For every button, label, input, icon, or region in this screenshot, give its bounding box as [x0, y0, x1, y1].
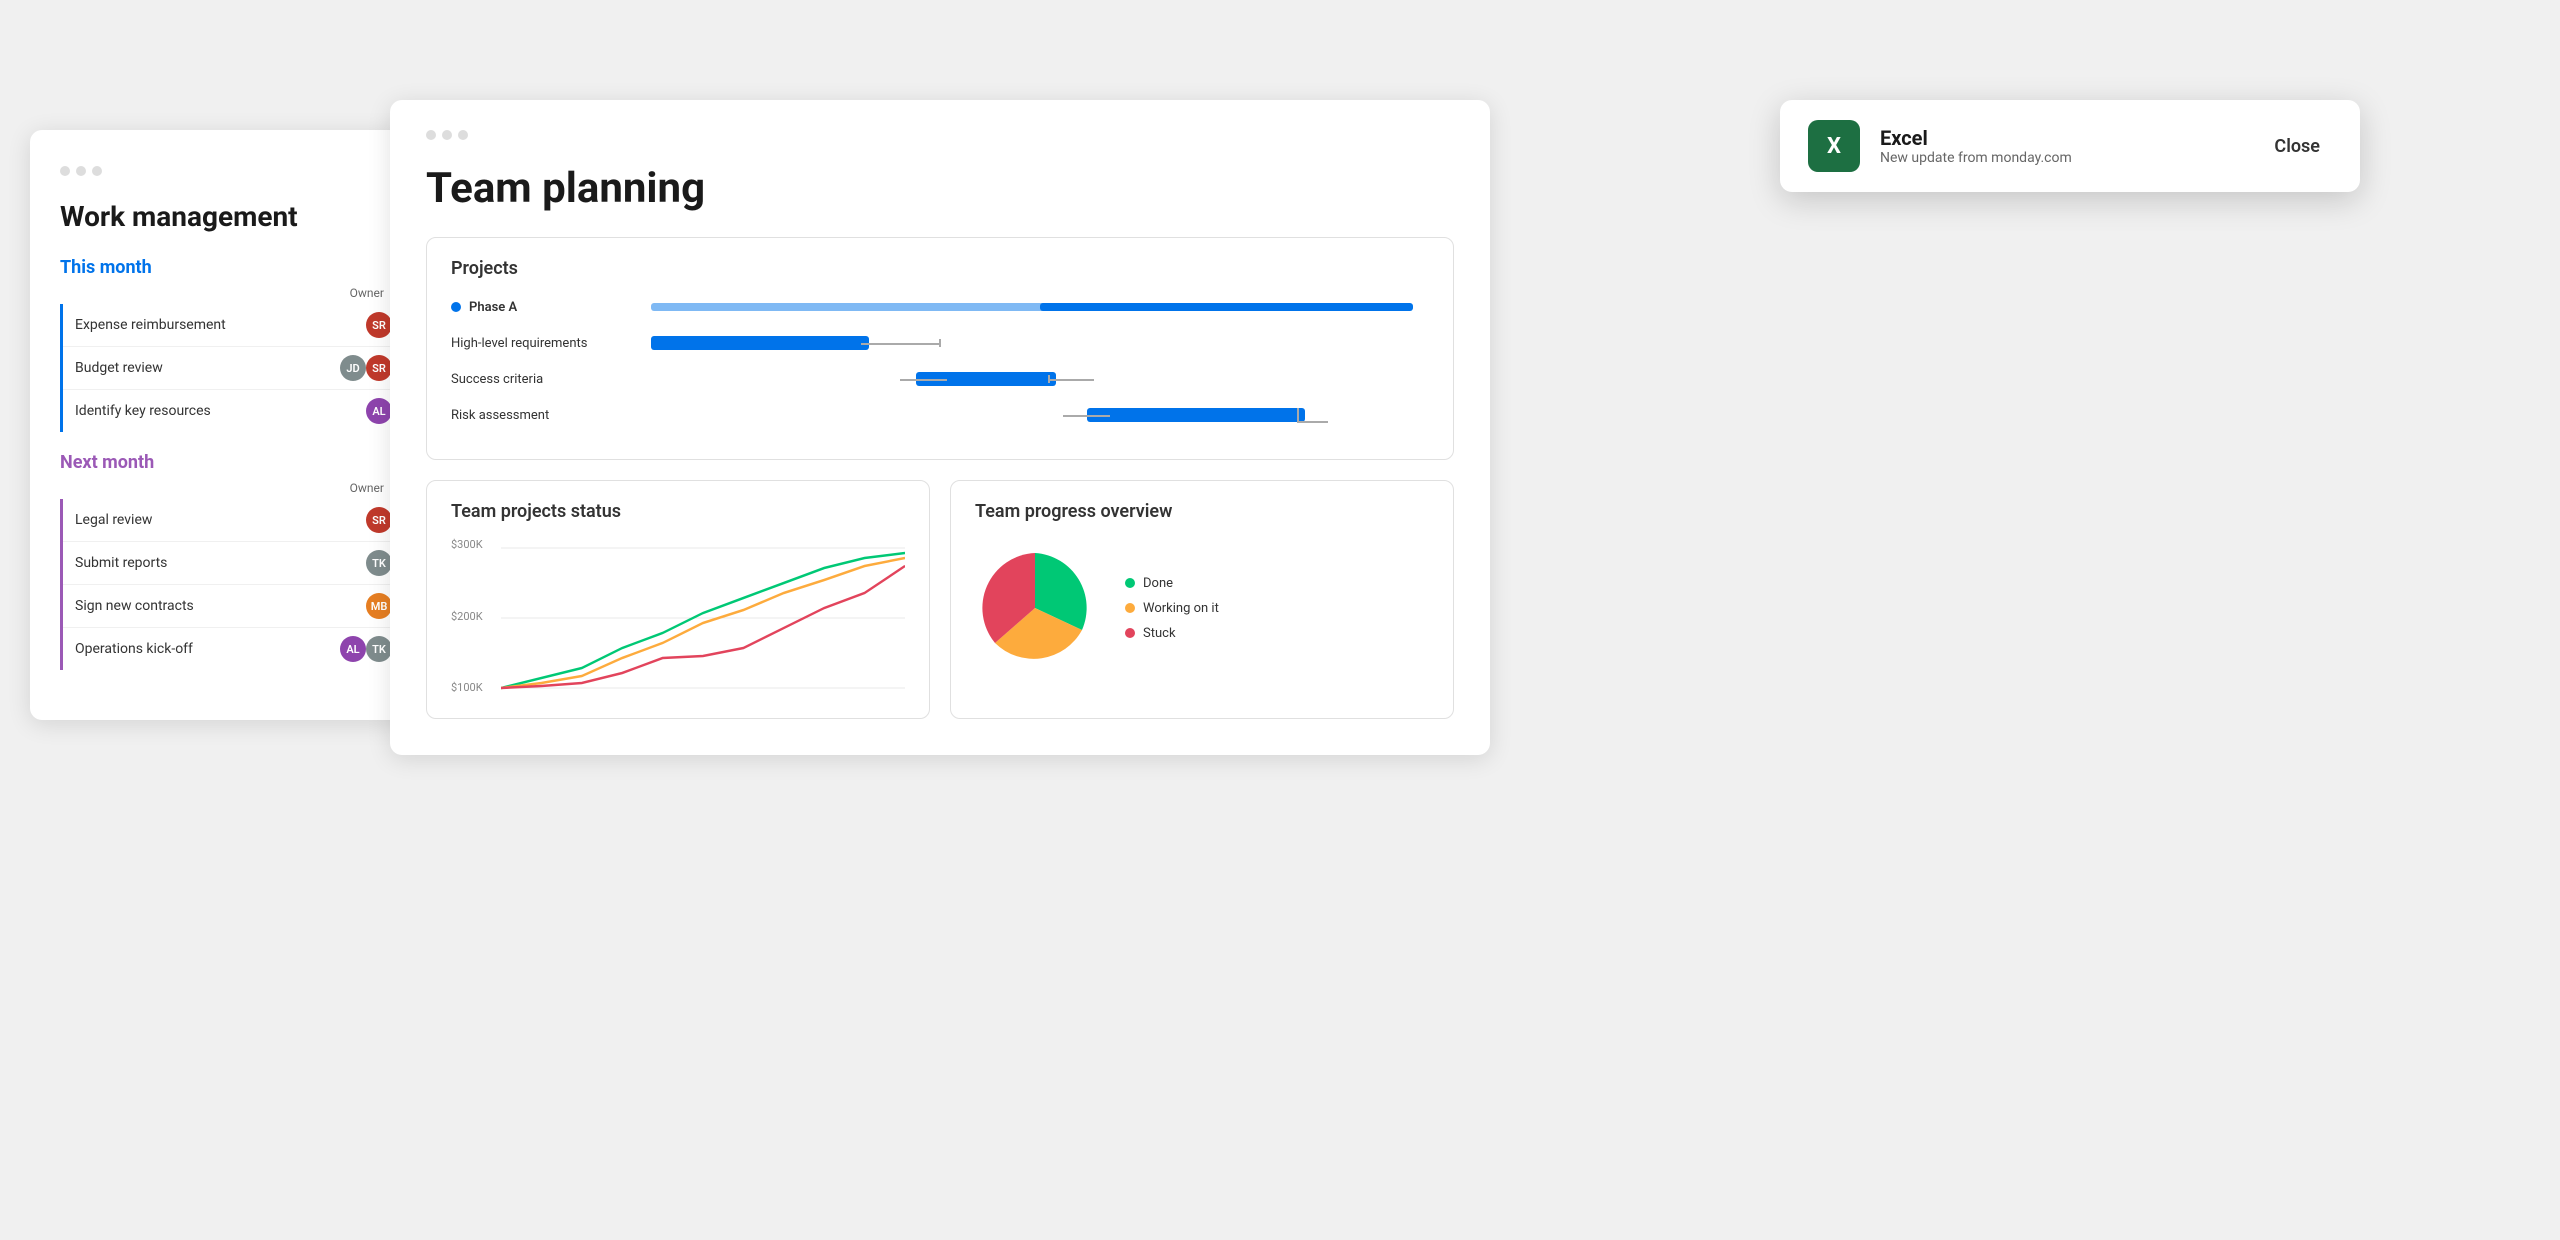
task-name: Submit reports: [75, 555, 366, 571]
pie-chart: [975, 548, 1095, 668]
gantt-bar-hlr: [651, 336, 869, 350]
gantt-label-phase-a: Phase A: [451, 300, 651, 315]
dot-3: [92, 166, 102, 176]
team-planning-card: Team planning Projects Phase A High-leve…: [390, 100, 1490, 755]
task-name: Legal review: [75, 512, 366, 528]
bottom-row: Team projects status $300K $200K $100K: [426, 480, 1454, 719]
notification-app-name: Excel: [1880, 126, 2242, 150]
avatar: SR: [366, 355, 392, 381]
notification-message: New update from monday.com: [1880, 150, 2242, 166]
gantt-bar-ra: [1087, 408, 1305, 422]
gantt-area-phase-a: [651, 295, 1429, 319]
table-row: Operations kick-off AL TK: [63, 628, 420, 670]
next-month-task-list: Legal review SR Submit reports TK Sign n…: [60, 499, 420, 670]
gantt-connector-h: [1048, 379, 1095, 381]
legend-label-working: Working on it: [1143, 601, 1219, 616]
table-row: Expense reimbursement SR: [63, 304, 420, 347]
legend-label-stuck: Stuck: [1143, 626, 1176, 641]
table-row: Identify key resources AL: [63, 390, 420, 432]
dot-3: [458, 130, 468, 140]
pie-legend: Done Working on it Stuck: [1125, 576, 1219, 641]
table-row: Legal review SR: [63, 499, 420, 542]
team-planning-title: Team planning: [426, 164, 1454, 213]
legend-label-done: Done: [1143, 576, 1173, 591]
gantt-row-hlr: High-level requirements: [451, 331, 1429, 355]
notification-text: Excel New update from monday.com: [1880, 126, 2242, 166]
this-month-label: This month: [60, 257, 420, 278]
task-name: Budget review: [75, 360, 340, 376]
projects-title: Projects: [451, 258, 1429, 279]
gantt-connector: [861, 343, 939, 345]
avatar: TK: [366, 636, 392, 662]
next-month-label: Next month: [60, 452, 420, 473]
card-window-dots: [426, 130, 1454, 140]
gantt-label-sc: Success criteria: [451, 372, 651, 387]
chart-svg-area: [501, 538, 905, 698]
dot-2: [76, 166, 86, 176]
avatar: TK: [366, 550, 392, 576]
table-row: Sign new contracts MB: [63, 585, 420, 628]
legend-item-done: Done: [1125, 576, 1219, 591]
legend-item-stuck: Stuck: [1125, 626, 1219, 641]
task-name: Operations kick-off: [75, 641, 340, 657]
work-mgmt-title: Work management: [60, 200, 420, 233]
gantt-row-sc: Success criteria: [451, 367, 1429, 391]
close-button[interactable]: Close: [2262, 128, 2332, 165]
gantt-row-ra: Risk assessment: [451, 403, 1429, 427]
task-name: Expense reimbursement: [75, 317, 366, 333]
team-progress-overview-card: Team progress overview: [950, 480, 1454, 719]
y-label-100k: $100K: [451, 681, 483, 694]
avatar: AL: [366, 398, 392, 424]
avatar: SR: [366, 312, 392, 338]
y-axis-labels: $300K $200K $100K: [451, 538, 483, 698]
excel-notification: X Excel New update from monday.com Close: [1780, 100, 2360, 192]
card-window-dots: [60, 166, 420, 176]
team-projects-status-title: Team projects status: [451, 501, 905, 522]
team-progress-title: Team progress overview: [975, 501, 1429, 522]
y-label-200k: $200K: [451, 610, 483, 623]
avatar: MB: [366, 593, 392, 619]
this-month-task-list: Expense reimbursement SR Budget review J…: [60, 304, 420, 432]
gantt-connector: [900, 379, 947, 381]
legend-dot-stuck: [1125, 628, 1135, 638]
excel-icon-wrap: X: [1808, 120, 1860, 172]
next-month-owner-header: Owner: [60, 481, 420, 495]
team-projects-status-card: Team projects status $300K $200K $100K: [426, 480, 930, 719]
line-chart: $300K $200K $100K: [451, 538, 905, 698]
legend-item-working: Working on it: [1125, 601, 1219, 616]
y-label-300k: $300K: [451, 538, 483, 551]
avatar: AL: [340, 636, 366, 662]
gantt-connector-v: [939, 339, 941, 347]
work-management-card: Work management This month Owner Expense…: [30, 130, 450, 720]
excel-icon: X: [1827, 134, 1841, 159]
dot-2: [442, 130, 452, 140]
pie-section: Done Working on it Stuck: [975, 538, 1429, 678]
gantt-label-hlr: High-level requirements: [451, 336, 651, 351]
gantt-row-phase-a: Phase A: [451, 295, 1429, 319]
dot-1: [426, 130, 436, 140]
gantt-connector: [1063, 415, 1110, 417]
task-name: Identify key resources: [75, 403, 366, 419]
gantt-area-hlr: [651, 331, 1429, 355]
dot-1: [60, 166, 70, 176]
avatar: SR: [366, 507, 392, 533]
table-row: Submit reports TK: [63, 542, 420, 585]
gantt-connector-end: [1297, 408, 1299, 422]
gantt-connector-h2: [1297, 421, 1328, 423]
gantt-label-ra: Risk assessment: [451, 408, 651, 423]
legend-dot-done: [1125, 578, 1135, 588]
legend-dot-working: [1125, 603, 1135, 613]
gantt-bar-end: [1040, 303, 1413, 311]
projects-section: Projects Phase A High-level requirements: [426, 237, 1454, 460]
this-month-owner-header: Owner: [60, 286, 420, 300]
table-row: Budget review JD SR: [63, 347, 420, 390]
avatar: JD: [340, 355, 366, 381]
gantt-area-sc: [651, 367, 1429, 391]
phase-dot: [451, 302, 461, 312]
task-name: Sign new contracts: [75, 598, 366, 614]
gantt-area-ra: [651, 403, 1429, 427]
